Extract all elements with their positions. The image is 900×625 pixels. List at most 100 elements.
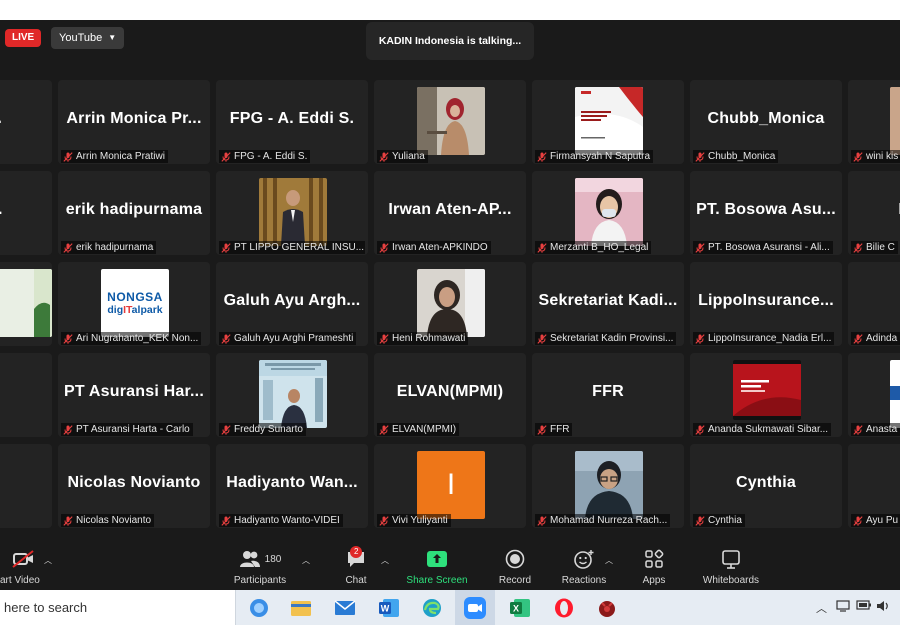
participant-display-name: Ayu P: [848, 474, 900, 492]
participant-tile[interactable]: Heni Rohmawati: [374, 262, 526, 346]
participant-tile[interactable]: Yuliana: [374, 80, 526, 164]
zoom-app-icon[interactable]: [462, 595, 488, 621]
participant-tile[interactable]: Arrin Monica Pr... Arrin Monica Pratiwi: [58, 80, 210, 164]
participant-tile[interactable]: ELVAN(MPMI) ELVAN(MPMI): [374, 353, 526, 437]
participant-tile[interactable]: Bilie C Bilie C: [848, 171, 900, 255]
participant-name-label: Ananda Sukmawati Sibar...: [693, 423, 832, 436]
muted-mic-icon: [537, 333, 547, 344]
reactions-button[interactable]: Reactions: [559, 547, 609, 586]
shared-slide-thumbnail: [733, 360, 801, 420]
participant-tile[interactable]: Anasta: [848, 353, 900, 437]
participant-tile[interactable]: Freddy Sunarto: [216, 353, 368, 437]
participant-name: FPG - A. Eddi S.: [234, 151, 308, 162]
participant-name-label: Chubb_Monica: [693, 150, 779, 163]
participant-name-label: Sekretariat Kadin Provinsi...: [535, 332, 677, 345]
participant-tile[interactable]: Irwan Aten-AP... Irwan Aten-APKINDO: [374, 171, 526, 255]
live-badge[interactable]: LIVE: [5, 29, 42, 47]
edge-browser-icon[interactable]: [419, 595, 445, 621]
participant-name: FFR: [550, 424, 570, 435]
muted-mic-icon: [221, 151, 231, 162]
participant-name-label: Mohamad Nurreza Rach...: [535, 514, 671, 527]
participant-display-name: Sekretariat Kadi...: [538, 292, 678, 309]
muted-mic-icon: [853, 515, 863, 526]
chat-options-chevron-icon[interactable]: ︿: [381, 555, 389, 566]
participant-tile[interactable]: ara: [0, 353, 52, 437]
video-options-chevron-icon[interactable]: ︿: [44, 555, 52, 566]
taskbar-search-box[interactable]: here to search: [0, 590, 236, 625]
participant-tile[interactable]: A Adinda: [848, 262, 900, 346]
participant-name: Ari Nugrahanto_KEK Non...: [76, 333, 199, 344]
excel-icon[interactable]: X: [507, 595, 533, 621]
whiteboards-button[interactable]: Whiteboards: [696, 547, 766, 586]
participants-button[interactable]: 180 Participants: [226, 547, 294, 586]
muted-mic-icon: [221, 424, 231, 435]
participant-tile[interactable]: Cynthia Cynthia: [690, 444, 842, 528]
participant-tile[interactable]: Chubb_Monica Chubb_Monica: [690, 80, 842, 164]
record-button[interactable]: Record: [494, 547, 536, 586]
participant-tile[interactable]: uster...General ...: [0, 171, 52, 255]
participant-tile[interactable]: hab_...adin ATRK: [0, 80, 52, 164]
tray-overflow-chevron-icon[interactable]: ︿: [816, 600, 827, 616]
participant-name-label: Bilie C: [851, 241, 898, 254]
network-settings-icon[interactable]: [836, 600, 850, 615]
participant-name: ELVAN(MPMI): [392, 424, 457, 435]
participant-tile[interactable]: Merzanti B_HO_Legal: [532, 171, 684, 255]
participant-tile[interactable]: Ananda Sukmawati Sibar...: [690, 353, 842, 437]
participant-display-name: erik hadipurnama: [65, 201, 203, 218]
muted-mic-icon: [853, 333, 863, 344]
participant-name: Cynthia: [708, 515, 742, 526]
avatar-letter: I: [446, 468, 456, 501]
participant-tile[interactable]: erik hadipurnama erik hadipurnama: [58, 171, 210, 255]
game-app-icon[interactable]: [594, 595, 620, 621]
video-thumbnail: [575, 178, 643, 246]
apps-button[interactable]: Apps: [636, 547, 672, 586]
apps-icon: [645, 549, 664, 568]
cortana-icon[interactable]: [246, 595, 272, 621]
participant-tile[interactable]: FFR FFR: [532, 353, 684, 437]
participant-tile[interactable]: wini kis: [848, 80, 900, 164]
mail-icon[interactable]: [332, 595, 358, 621]
participant-display-name: Hadiyanto Wan...: [226, 474, 358, 491]
participant-tile[interactable]: PT Asuransi Har... PT Asuransi Harta - Ca…: [58, 353, 210, 437]
reactions-options-chevron-icon[interactable]: ︿: [605, 555, 613, 566]
share-screen-button[interactable]: Share Screen: [402, 547, 472, 586]
stream-target-dropdown[interactable]: YouTube ▼: [51, 27, 125, 49]
participant-name-label: Ari Nugrahanto_KEK Non...: [61, 332, 202, 345]
participant-tile[interactable]: Hadiyanto Wan... Hadiyanto Wanto-VIDEI: [216, 444, 368, 528]
windows-taskbar: here to search W X ︿: [0, 590, 900, 625]
video-off-icon: [0, 547, 48, 571]
muted-mic-icon: [379, 151, 389, 162]
participant-tile[interactable]: Galuh Ayu Argh... Galuh Ayu Arghi Pramesh…: [216, 262, 368, 346]
participants-options-chevron-icon[interactable]: ︿: [302, 555, 310, 566]
participant-name: erik hadipurnama: [76, 242, 154, 253]
chat-button[interactable]: 2 Chat: [336, 546, 376, 586]
participant-tile[interactable]: Mohamad Nurreza Rach...: [532, 444, 684, 528]
participant-tile[interactable]: PT LIPPO GENERAL INSU...: [216, 171, 368, 255]
participant-tile[interactable]: MAGI: [0, 444, 52, 528]
file-explorer-icon[interactable]: [288, 595, 314, 621]
battery-icon[interactable]: [856, 600, 872, 613]
participant-tile[interactable]: NONGSA digITalpark Ari Nugrahanto_KEK Non.…: [58, 262, 210, 346]
participant-tile[interactable]: PT. Bosowa Asu... PT. Bosowa Asuransi - A…: [690, 171, 842, 255]
participant-name-label: Merzanti B_HO_Legal: [535, 241, 652, 254]
participant-tile[interactable]: Ayu P Ayu Pu: [848, 444, 900, 528]
participant-tile[interactable]: FPG - A. Eddi S. FPG - A. Eddi S.: [216, 80, 368, 164]
opera-browser-icon[interactable]: [551, 595, 577, 621]
participant-tile[interactable]: Nicolas Novianto Nicolas Novianto: [58, 444, 210, 528]
participant-tile[interactable]: I Vivi Yuliyanti: [374, 444, 526, 528]
start-video-button[interactable]: art Video: [0, 547, 48, 586]
participant-name-label: FPG - A. Eddi S.: [219, 150, 311, 163]
participant-name-label: Arrin Monica Pratiwi: [61, 150, 168, 163]
participant-name-label: wini kis: [851, 150, 900, 163]
volume-icon[interactable]: [876, 600, 890, 615]
participant-tile[interactable]: Firmansyah N Saputra: [532, 80, 684, 164]
participant-tile[interactable]: Sekretariat Kadi... Sekretariat Kadin Pro…: [532, 262, 684, 346]
word-icon[interactable]: W: [376, 595, 402, 621]
video-thumbnail: [575, 451, 643, 519]
participant-tile[interactable]: [0, 262, 52, 346]
participant-name-label: Anasta: [851, 423, 900, 436]
video-thumbnail: [259, 178, 327, 246]
company-logo: NONGSA digITalpark: [101, 269, 169, 337]
participant-tile[interactable]: LippoInsurance... LippoInsurance_Nadia Er…: [690, 262, 842, 346]
participant-name: Freddy Sunarto: [234, 424, 303, 435]
